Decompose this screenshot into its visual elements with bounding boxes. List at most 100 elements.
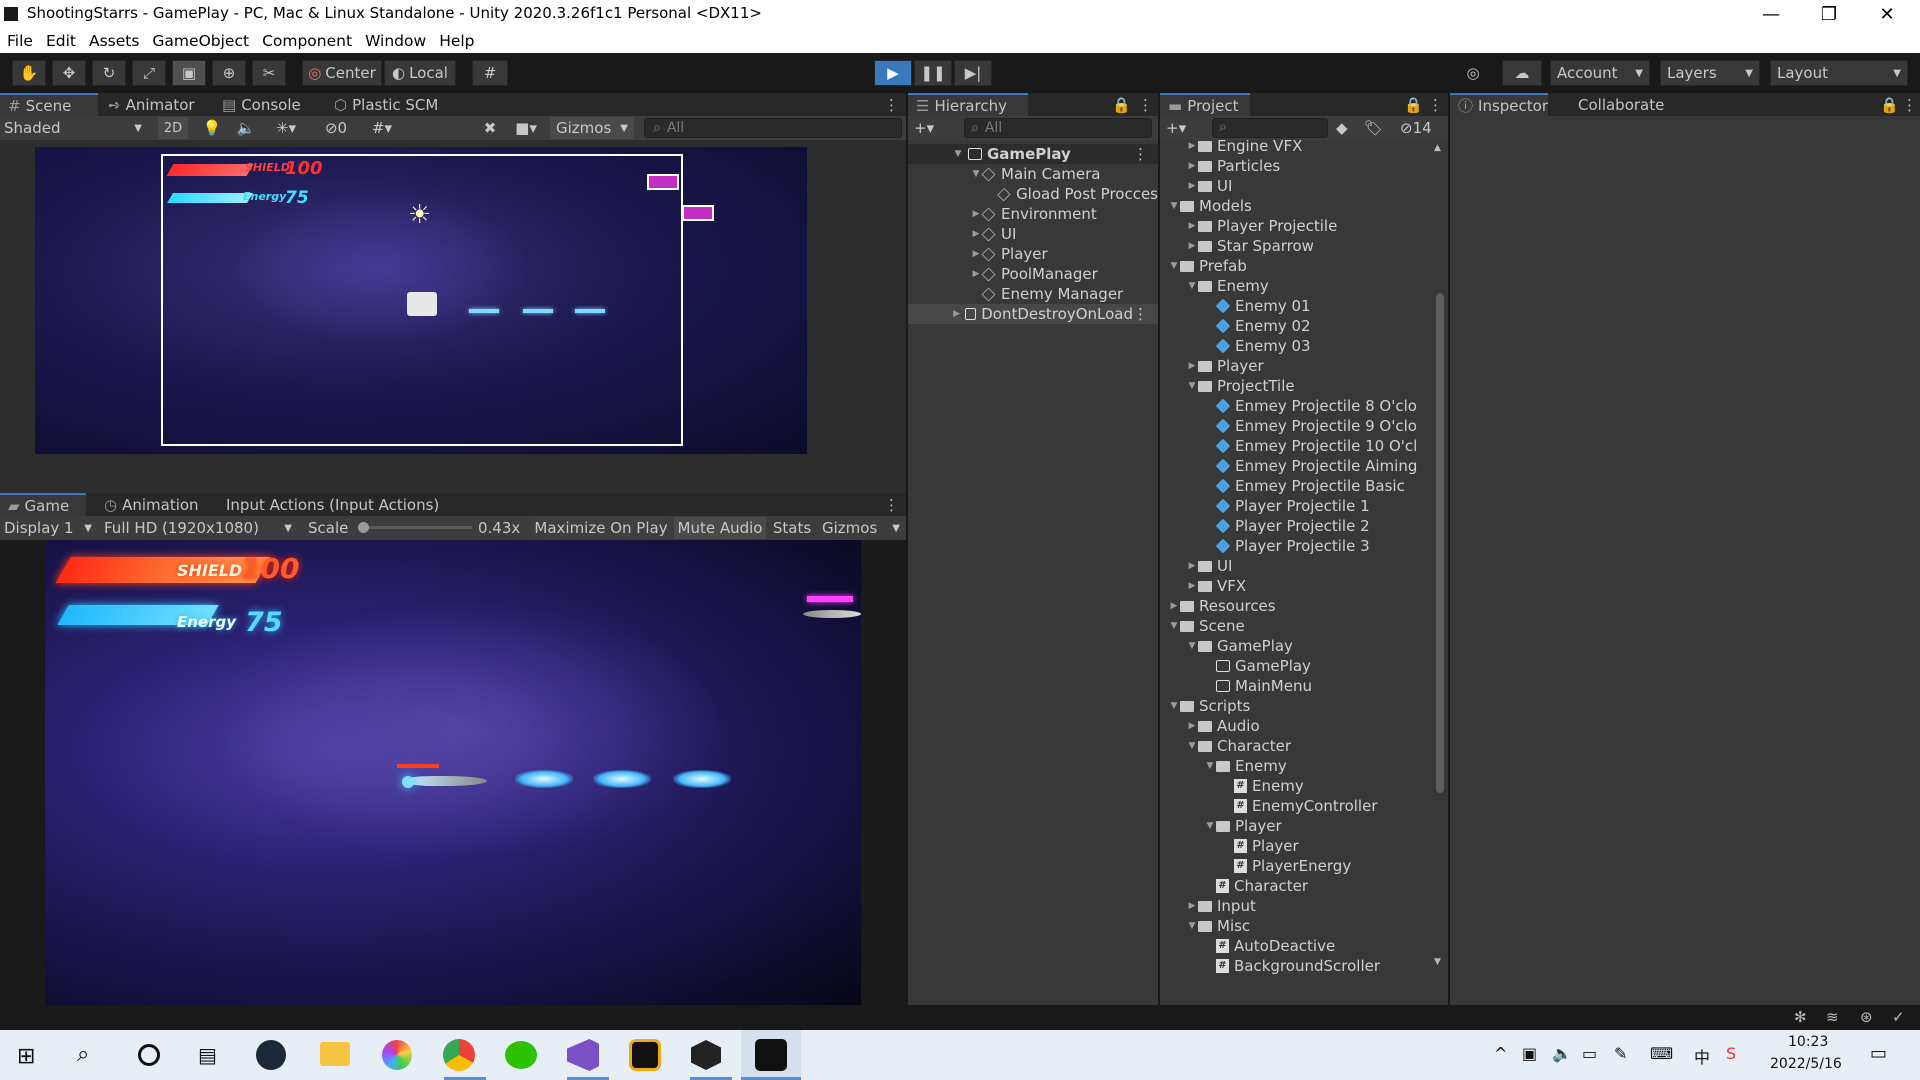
lightbulb-icon[interactable]: ⊛ <box>1860 1008 1873 1026</box>
check-icon[interactable]: ✓ <box>1892 1008 1905 1026</box>
scale-tool-icon[interactable]: ⤢ <box>132 60 166 86</box>
lock-icon[interactable]: 🔒 <box>1404 93 1423 116</box>
stats-toggle[interactable]: Stats <box>770 517 814 539</box>
project-item[interactable]: ▶ Resources <box>1160 596 1432 616</box>
project-item[interactable]: ▼ Models <box>1160 196 1432 216</box>
notification-icon[interactable]: ▭ <box>1870 1043 1887 1064</box>
pause-button[interactable]: ❚❚ <box>914 60 952 86</box>
grid-toggle-icon[interactable]: #▾ <box>362 117 402 139</box>
menu-edit[interactable]: Edit <box>39 32 82 50</box>
visual-studio-icon[interactable] <box>567 1039 599 1071</box>
scale-slider-track[interactable] <box>358 526 472 529</box>
menu-assets[interactable]: Assets <box>82 32 145 50</box>
expand-arrow-icon[interactable]: ▶ <box>952 309 961 319</box>
layout-dropdown[interactable]: Layout ▼ <box>1770 60 1908 86</box>
project-item[interactable]: ▼ Prefab <box>1160 256 1432 276</box>
tab-game[interactable]: ▰ Game <box>0 493 86 516</box>
create-button[interactable]: +▾ <box>1166 117 1200 139</box>
effects-icon[interactable]: ✳▾ <box>266 117 306 139</box>
expand-arrow-icon[interactable]: ▼ <box>952 149 964 159</box>
project-item[interactable]: # PlayerEnergy <box>1160 856 1432 876</box>
expand-arrow-icon[interactable]: ▼ <box>1186 641 1198 651</box>
scrollbar-thumb[interactable] <box>1436 293 1444 793</box>
project-item[interactable]: ▶ Player <box>1160 356 1432 376</box>
transform-tool-icon[interactable]: ⊕ <box>212 60 246 86</box>
row-menu-icon[interactable]: ⋮ <box>1133 305 1148 323</box>
create-button[interactable]: +▾ <box>914 117 948 139</box>
tray-chevron-icon[interactable]: ^ <box>1494 1044 1507 1063</box>
project-item[interactable]: ▼ Player <box>1160 816 1432 836</box>
photos-icon[interactable] <box>382 1040 412 1070</box>
bug-icon[interactable]: ✻ <box>1794 1008 1807 1026</box>
resolution-dropdown[interactable]: Full HD (1920x1080) ▼ <box>104 517 296 539</box>
cortana-icon[interactable] <box>138 1044 160 1066</box>
expand-arrow-icon[interactable]: ▶ <box>1168 601 1180 611</box>
tab-animator[interactable]: ➺ Animator <box>108 93 195 116</box>
project-item[interactable]: ▶ Engine VFX <box>1160 140 1432 156</box>
close-button[interactable]: ✕ <box>1858 0 1916 29</box>
expand-arrow-icon[interactable]: ▼ <box>1186 381 1198 391</box>
row-menu-icon[interactable]: ⋮ <box>1133 145 1148 163</box>
expand-arrow-icon[interactable]: ▶ <box>1186 901 1198 911</box>
tab-console[interactable]: ▤ Console <box>222 93 301 116</box>
shading-dropdown[interactable]: Shaded ▼ <box>4 117 148 139</box>
project-item[interactable]: ▶ Particles <box>1160 156 1432 176</box>
scale-slider-handle[interactable] <box>358 522 369 533</box>
hierarchy-item[interactable]: ▶ PoolManager <box>908 264 1158 284</box>
input-method-icon[interactable]: 中 <box>1694 1044 1710 1068</box>
expand-arrow-icon[interactable]: ▼ <box>1186 741 1198 751</box>
scene-row-dontdestroyonload[interactable]: ▶ DontDestroyOnLoad ⋮ <box>908 304 1158 324</box>
expand-arrow-icon[interactable]: ▼ <box>1168 621 1180 631</box>
hierarchy-search-input[interactable]: ⌕ All <box>964 118 1152 138</box>
hierarchy-item[interactable]: ▶ Player <box>908 244 1158 264</box>
hierarchy-item[interactable]: ▶ UI <box>908 224 1158 244</box>
scene-search-input[interactable]: ⌕ All <box>644 118 902 138</box>
project-item[interactable]: ▼ Enemy <box>1160 756 1432 776</box>
task-view-icon[interactable]: ▤ <box>198 1043 217 1067</box>
expand-arrow-icon[interactable]: ▶ <box>1186 141 1198 151</box>
project-search-input[interactable]: ⌕ <box>1212 118 1328 138</box>
project-item[interactable]: Enmey Projectile Aiming <box>1160 456 1432 476</box>
search-icon[interactable]: ⌕ <box>77 1042 89 1067</box>
lock-icon[interactable]: 🔒 <box>1112 93 1131 116</box>
scroll-down-icon[interactable]: ▼ <box>1434 957 1441 967</box>
expand-arrow-icon[interactable]: ▼ <box>1186 281 1198 291</box>
menu-help[interactable]: Help <box>432 32 480 50</box>
rect-tool-icon[interactable]: ▣ <box>172 60 206 86</box>
expand-arrow-icon[interactable]: ▶ <box>1186 161 1198 171</box>
pivot-center-button[interactable]: ◎ Center <box>302 60 382 86</box>
hierarchy-item[interactable]: ▼ Main Camera <box>908 164 1158 184</box>
minimize-button[interactable]: — <box>1742 0 1800 29</box>
maximize-button[interactable]: ❐ <box>1800 0 1858 29</box>
project-item[interactable]: ▼ Scene <box>1160 616 1432 636</box>
filter-label-icon[interactable]: 🏷 <box>1364 117 1386 139</box>
expand-arrow-icon[interactable]: ▼ <box>1204 761 1216 771</box>
pen-icon[interactable]: ✎ <box>1614 1044 1627 1063</box>
keyboard-icon[interactable]: ⌨ <box>1650 1044 1673 1063</box>
rotate-tool-icon[interactable]: ↻ <box>92 60 126 86</box>
expand-arrow-icon[interactable]: ▶ <box>1186 561 1198 571</box>
maximize-on-play-toggle[interactable]: Maximize On Play <box>532 517 670 539</box>
project-item[interactable]: ▼ ProjectTile <box>1160 376 1432 396</box>
project-item[interactable]: # BackgroundScroller <box>1160 956 1432 976</box>
project-item[interactable]: # Player <box>1160 836 1432 856</box>
scroll-up-icon[interactable]: ▲ <box>1434 143 1441 153</box>
hierarchy-item[interactable]: Enemy Manager <box>908 284 1158 304</box>
project-item[interactable]: Enemy 02 <box>1160 316 1432 336</box>
expand-arrow-icon[interactable]: ▼ <box>1204 821 1216 831</box>
layers-dropdown[interactable]: Layers ▼ <box>1660 60 1760 86</box>
expand-arrow-icon[interactable]: ▼ <box>1168 261 1180 271</box>
project-item[interactable]: # AutoDeactive <box>1160 936 1432 956</box>
unity-editor-icon[interactable] <box>755 1039 787 1071</box>
scene-row-gameplay[interactable]: ▼ GamePlay ⋮ <box>908 144 1158 164</box>
expand-arrow-icon[interactable]: ▼ <box>1168 201 1180 211</box>
account-dropdown[interactable]: Account ▼ <box>1550 60 1650 86</box>
project-item[interactable]: Enmey Projectile 8 O'clo <box>1160 396 1432 416</box>
grid-snap-icon[interactable]: # <box>472 60 508 86</box>
tab-hierarchy[interactable]: ☰ Hierarchy <box>908 93 1028 116</box>
project-item[interactable]: ▼ Misc <box>1160 916 1432 936</box>
project-item[interactable]: Enmey Projectile Basic <box>1160 476 1432 496</box>
game-gizmos-dropdown[interactable]: Gizmos ▼ <box>818 517 904 539</box>
menu-window[interactable]: Window <box>358 32 432 50</box>
audio-icon[interactable]: 🔈 <box>232 117 260 139</box>
